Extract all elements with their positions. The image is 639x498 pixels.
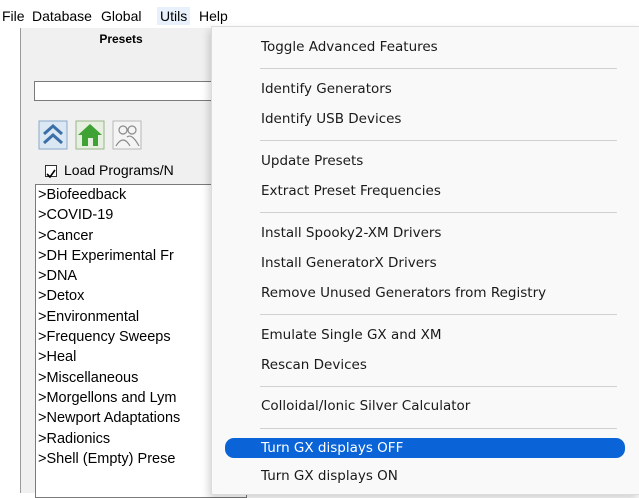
menu-database[interactable]: Database — [32, 7, 92, 25]
menu-help[interactable]: Help — [199, 7, 228, 25]
menu-separator — [260, 428, 617, 429]
menu-item-install-spooky2-xm-drivers[interactable]: Install Spooky2-XM Drivers — [225, 221, 625, 246]
menu-separator — [260, 140, 617, 141]
menu-item-identify-generators[interactable]: Identify Generators — [225, 77, 625, 102]
menu-separator — [260, 212, 617, 213]
users-button[interactable] — [112, 120, 142, 150]
menu-item-silver-calculator[interactable]: Colloidal/Ionic Silver Calculator — [225, 394, 625, 419]
menu-item-extract-preset-frequencies[interactable]: Extract Preset Frequencies — [225, 179, 625, 204]
menu-bar: File Database Global Utils Help — [0, 0, 639, 28]
menu-item-turn-gx-displays-on[interactable]: Turn GX displays ON — [225, 464, 625, 489]
menu-separator — [260, 68, 617, 69]
home-button[interactable] — [75, 120, 105, 150]
menu-separator — [260, 386, 617, 387]
load-programs-label: Load Programs/N — [64, 162, 174, 178]
menu-global[interactable]: Global — [101, 7, 141, 25]
menu-item-identify-usb-devices[interactable]: Identify USB Devices — [225, 107, 625, 132]
collapse-button[interactable] — [38, 120, 68, 150]
presets-title: Presets — [99, 32, 143, 46]
collapse-up-icon — [38, 120, 68, 150]
menu-item-install-generatorx-drivers[interactable]: Install GeneratorX Drivers — [225, 251, 625, 276]
utils-dropdown-menu: Toggle Advanced Features Identify Genera… — [211, 26, 639, 495]
menu-item-remove-unused-generators[interactable]: Remove Unused Generators from Registry — [225, 281, 625, 306]
menu-item-emulate-single-gx-xm[interactable]: Emulate Single GX and XM — [225, 323, 625, 348]
menu-file[interactable]: File — [2, 7, 25, 25]
users-icon — [112, 120, 142, 150]
home-icon — [75, 120, 105, 150]
menu-item-update-presets[interactable]: Update Presets — [225, 149, 625, 174]
menu-item-turn-gx-displays-off[interactable]: Turn GX displays OFF — [225, 438, 625, 458]
menu-separator — [260, 314, 617, 315]
checkmark-icon — [46, 169, 56, 179]
presets-panel: Presets Load Programs/N >Biofeedback >CO… — [20, 28, 247, 498]
menu-utils[interactable]: Utils — [157, 7, 191, 25]
menu-item-toggle-advanced-features[interactable]: Toggle Advanced Features — [225, 35, 625, 60]
menu-item-rescan-devices[interactable]: Rescan Devices — [225, 353, 625, 378]
load-programs-checkbox[interactable] — [45, 165, 57, 179]
